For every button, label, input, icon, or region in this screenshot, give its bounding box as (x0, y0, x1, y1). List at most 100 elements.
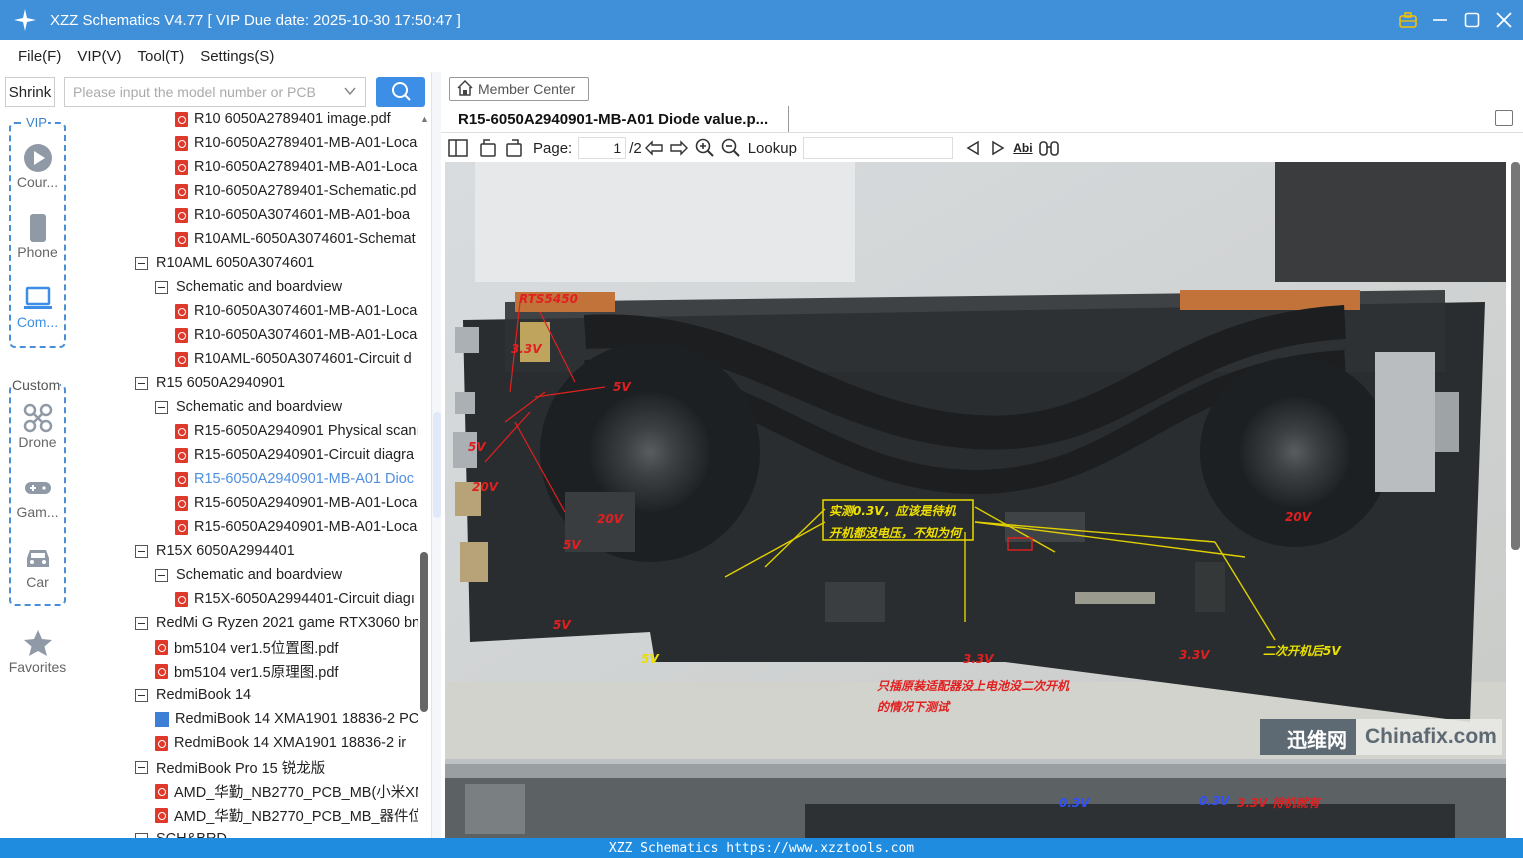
window-title: XZZ Schematics V4.77 [ VIP Due date: 202… (50, 11, 461, 29)
viewer-scrollbar[interactable] (1508, 162, 1523, 838)
pdf-file-icon (175, 423, 188, 439)
lookup-input[interactable] (802, 137, 953, 159)
nav-drone-label: Drone (18, 434, 57, 450)
tree-scroll-thumb[interactable] (420, 552, 428, 712)
member-center-button[interactable]: Member Center (449, 77, 589, 101)
tree-file[interactable]: bm5104 ver1.5位置图.pdf (155, 635, 338, 659)
collapse-icon[interactable] (135, 616, 148, 630)
collapse-icon[interactable] (155, 280, 168, 294)
menu-vip[interactable]: VIP(V) (77, 48, 121, 65)
collapse-icon[interactable] (155, 400, 168, 414)
tree-file[interactable]: R10-6050A3074601-MB-A01-Loca (175, 323, 417, 347)
tree-file[interactable]: RedmiBook 14 XMA1901 18836-2 ir (155, 731, 406, 755)
pdf-file-icon (175, 303, 188, 319)
chevron-down-icon[interactable] (343, 84, 357, 101)
maximize-icon[interactable] (1463, 11, 1481, 29)
tree-file[interactable]: R10-6050A3074601-MB-A01-boa (175, 203, 410, 227)
tree-file[interactable]: R15-6050A2940901 Physical scanı (175, 419, 418, 443)
nav-phone[interactable]: Phone (0, 212, 75, 260)
tree-file[interactable]: R10AML-6050A3074601-Circuit d (175, 347, 412, 371)
tree-file[interactable]: R10AML-6050A3074601-Schemat (175, 227, 416, 251)
page-number-input[interactable]: 1 (578, 137, 627, 159)
tree-file[interactable]: R10-6050A2789401-Schematic.pd (175, 179, 416, 203)
tree-file[interactable]: AMD_华勤_NB2770_PCB_MB_器件位号 (155, 803, 418, 827)
zoom-out-icon[interactable] (718, 136, 744, 160)
nav-drone[interactable]: Drone (0, 402, 75, 450)
photo-label: 3.3V (1179, 648, 1210, 662)
photo-label: 3.3V (511, 342, 542, 356)
collapse-icon[interactable] (135, 376, 148, 390)
zoom-in-icon[interactable] (692, 136, 718, 160)
tree-folder[interactable]: Schematic and boardview (155, 395, 342, 419)
tree-item-label: R10AML-6050A3074601-Schemat (194, 231, 416, 247)
nav-favorites[interactable]: Favorites (0, 627, 75, 675)
collapse-icon[interactable] (135, 256, 148, 270)
search-input[interactable]: Please input the model number or PCB (64, 77, 366, 107)
tree-file[interactable]: RedmiBook 14 XMA1901 18836-2 PC (155, 707, 418, 731)
tree-folder[interactable]: R15 6050A2940901 (135, 371, 285, 395)
viewer-scroll-thumb[interactable] (1511, 162, 1520, 550)
minimize-icon[interactable] (1431, 11, 1449, 29)
scroll-up-icon[interactable]: ▲ (420, 114, 429, 124)
rotate-left-icon[interactable] (475, 136, 501, 160)
collapse-icon[interactable] (135, 544, 148, 558)
tree-folder[interactable]: Schematic and boardview (155, 563, 342, 587)
pdf-file-icon (175, 495, 188, 511)
tree-file[interactable]: R10 6050A2789401 image.pdf (175, 110, 391, 131)
match-case-icon[interactable]: Abi (1009, 136, 1037, 160)
nav-computer[interactable]: Com... (0, 282, 75, 330)
splitter-grip[interactable] (433, 412, 441, 518)
find-next-icon[interactable] (987, 136, 1009, 160)
tree-file[interactable]: R10-6050A3074601-MB-A01-Loca (175, 299, 417, 323)
nav-car[interactable]: Car (0, 542, 75, 590)
tree-scrollbar[interactable]: ▲ (419, 112, 429, 838)
vip-briefcase-icon[interactable] (1399, 11, 1417, 29)
shrink-button[interactable]: Shrink (5, 77, 55, 107)
collapse-icon[interactable] (135, 760, 148, 774)
menu-tool[interactable]: Tool(T) (138, 48, 185, 65)
rotate-right-icon[interactable] (501, 136, 527, 160)
tree-folder[interactable]: R15X 6050A2994401 (135, 539, 295, 563)
vip-group-label: VIP (25, 115, 48, 130)
nav-courses[interactable]: Cour... (0, 142, 75, 190)
search-button[interactable] (376, 77, 425, 107)
tree-file[interactable]: R15-6050A2940901-MB-A01-Loca (175, 491, 417, 515)
tree-file[interactable]: R15X-6050A2994401-Circuit diagı (175, 587, 415, 611)
close-icon[interactable] (1495, 11, 1513, 29)
tree-folder[interactable]: RedmiBook 14 (135, 683, 251, 707)
menu-settings[interactable]: Settings(S) (200, 48, 274, 65)
prev-page-icon[interactable] (642, 136, 666, 160)
tree-file[interactable]: R15-6050A2940901-MB-A01-Loca (175, 515, 417, 539)
tree-file[interactable]: R10-6050A2789401-MB-A01-Loca (175, 155, 417, 179)
collapse-icon[interactable] (155, 568, 168, 582)
document-tab[interactable]: R15-6050A2940901-MB-A01 Diode value.p... (449, 106, 789, 132)
tree-folder[interactable]: RedMi G Ryzen 2021 game RTX3060 bn (135, 611, 418, 635)
photo-label: 5V (563, 538, 581, 552)
tree-file[interactable]: AMD_华勤_NB2770_PCB_MB(小米XM (155, 779, 418, 803)
tree-file[interactable]: R10-6050A2789401-MB-A01-Loca (175, 131, 417, 155)
tree-file[interactable]: R15-6050A2940901-Circuit diagra (175, 443, 414, 467)
nav-game[interactable]: Gam... (0, 472, 75, 520)
app-logo-icon (0, 0, 50, 40)
next-page-icon[interactable] (666, 136, 692, 160)
photo-label: 5V (613, 380, 631, 394)
binoculars-icon[interactable] (1037, 136, 1061, 160)
tree-item-label: R15 6050A2940901 (156, 375, 286, 391)
pdf-file-icon (155, 807, 168, 823)
tree-folder[interactable]: Schematic and boardview (155, 275, 342, 299)
page-label: Page: (533, 139, 573, 157)
pane-splitter[interactable] (431, 72, 441, 838)
tree-folder[interactable]: R10AML 6050A3074601 (135, 251, 314, 275)
close-tabs-icon[interactable] (1495, 110, 1513, 126)
tree-folder[interactable]: RedmiBook Pro 15 锐龙版 (135, 755, 325, 779)
tree-file[interactable]: R15-6050A2940901-MB-A01 Dioc (175, 467, 414, 491)
sidebar-toggle-icon[interactable] (441, 136, 475, 160)
photo-label: 20V (472, 480, 498, 494)
tree-file[interactable]: bm5104 ver1.5原理图.pdf (155, 659, 338, 683)
pdf-viewer[interactable]: RTS5450 3.3V 5V 5V 20V 20V 5V 5V 5V 实测0.… (445, 162, 1506, 838)
find-prev-icon[interactable] (959, 136, 987, 160)
pdf-file-icon (155, 663, 168, 679)
collapse-icon[interactable] (135, 688, 148, 702)
menu-file[interactable]: File(F) (18, 48, 61, 65)
tree-folder[interactable]: SCH&BRD (135, 827, 227, 838)
